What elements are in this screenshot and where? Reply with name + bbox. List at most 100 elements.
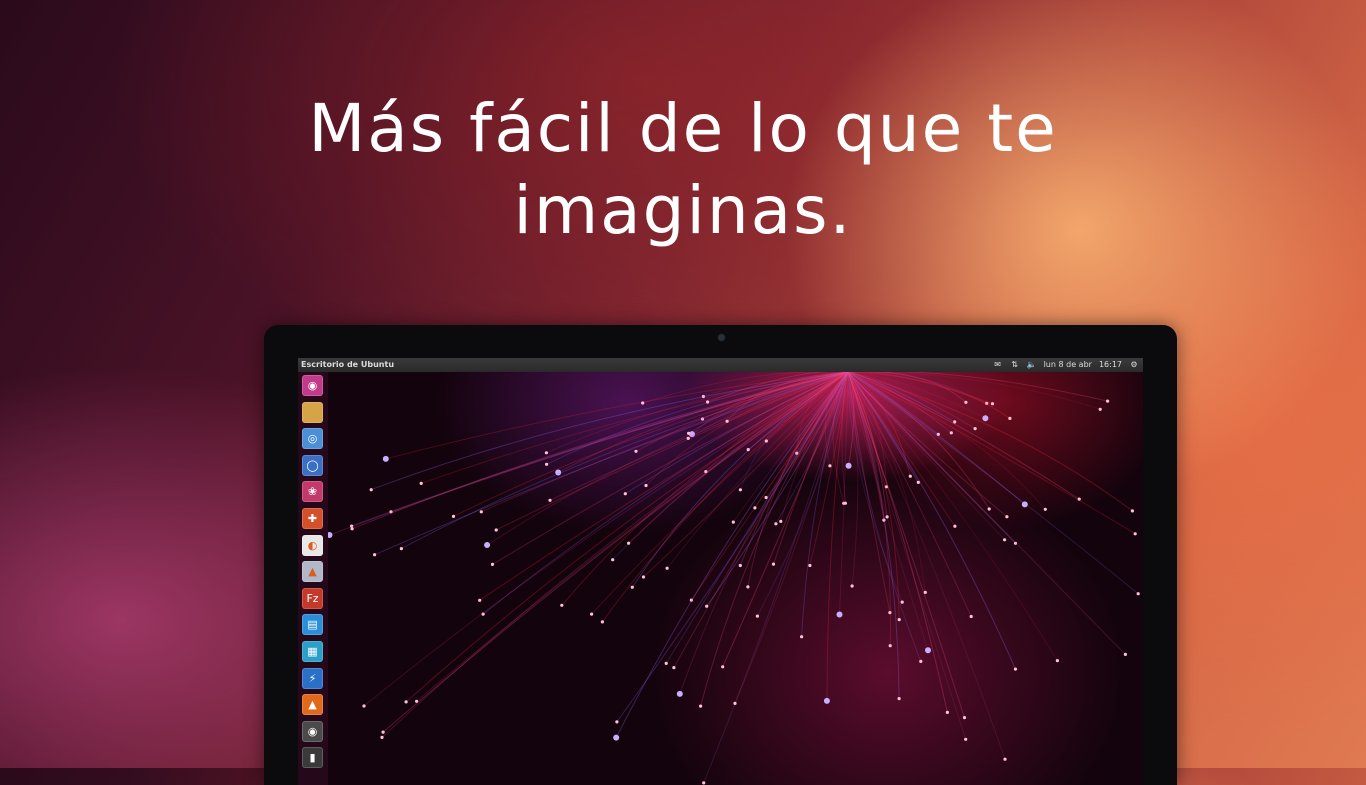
indicator-area: ✉ ⇅ 🔈 lun 8 de abr 16:17 ⚙	[993, 358, 1139, 372]
fiber-light-dot	[419, 481, 423, 485]
fiber-light-dot	[953, 420, 957, 424]
launcher-icon-browser[interactable]: ◎	[302, 428, 323, 450]
fiber-light-dot	[634, 449, 638, 453]
fiber-light-dot	[494, 528, 498, 532]
fiber-light-dot	[779, 519, 783, 523]
launcher-icon-ubuntu-software[interactable]: ✚	[302, 508, 323, 529]
launcher-icon-image-viewer[interactable]: ▲	[302, 561, 323, 583]
fiber-light-dot	[362, 704, 366, 708]
monitor-frame: Escritorio de Ubuntu ✉ ⇅ 🔈 lun 8 de abr …	[264, 325, 1177, 785]
fiber-light-dot	[479, 510, 483, 514]
fiber-light-dot	[897, 697, 901, 701]
launcher-icon-libreoffice-writer[interactable]: ▤	[302, 614, 323, 636]
fiber-light-dot	[702, 781, 706, 785]
headline-line-2: imaginas.	[513, 172, 853, 249]
fiber-light-dot	[725, 419, 729, 423]
fiber-light-dot	[665, 566, 669, 570]
desktop-wallpaper	[328, 372, 1143, 785]
fiber-light-dot	[885, 515, 889, 519]
fiber-light-dot	[823, 697, 830, 704]
fiber-light-dot	[916, 480, 920, 484]
fiber-light-dot	[1043, 507, 1047, 511]
fiber-light-dot	[381, 730, 385, 734]
fiber-light-dot	[982, 415, 989, 422]
fiber-light-dot	[641, 575, 646, 579]
fiber-strand	[801, 372, 849, 637]
fiber-light-dot	[382, 455, 389, 462]
launcher-icon-thunderbird[interactable]: ◯	[302, 454, 323, 476]
fiber-light-dot	[990, 402, 995, 406]
launcher-icon-terminal[interactable]: ▮	[302, 747, 323, 769]
fiber-strand	[616, 372, 849, 723]
fiber-light-dot	[721, 665, 725, 669]
fiber-light-dot	[548, 498, 552, 502]
fiber-light-dot	[1055, 659, 1059, 663]
fiber-light-dot	[644, 483, 648, 488]
fiber-light-dot	[373, 553, 377, 557]
fiber-light-dot	[590, 612, 594, 616]
fiber-light-dot	[945, 710, 950, 714]
gear-icon[interactable]: ⚙	[1129, 358, 1139, 372]
time-indicator[interactable]: 16:17	[1099, 358, 1122, 372]
fiber-light-dot	[828, 464, 832, 468]
launcher: ◉ ◎ ◯ ❀ ✚ ◐ ▲ Fz ▤ ▦ ⚡ ▲ ◉ ▮	[298, 372, 328, 785]
fiber-light-dot	[1008, 416, 1012, 420]
fiber-light-dot	[664, 661, 668, 665]
launcher-icon-filezilla[interactable]: Fz	[302, 587, 323, 609]
fiber-light-dot	[897, 618, 901, 622]
speaker-icon[interactable]: 🔈	[1027, 358, 1037, 372]
fiber-light-dot	[1106, 399, 1110, 403]
fiber-light-dot	[560, 603, 564, 607]
fiber-light-dot	[936, 432, 940, 436]
fiber-light-dot	[613, 734, 620, 741]
launcher-icon-power-tool[interactable]: ⚡	[302, 667, 323, 689]
launcher-icon-vlc[interactable]: ▲	[302, 694, 323, 716]
fiber-strand	[847, 372, 972, 617]
window-title: Escritorio de Ubuntu	[301, 360, 395, 369]
fiber-strand	[381, 372, 849, 738]
fiber-light-dot	[731, 520, 735, 524]
fiber-light-dot	[836, 611, 843, 618]
date-indicator[interactable]: lun 8 de abr	[1044, 358, 1092, 372]
fiber-light-dot	[545, 462, 549, 466]
fiber-optic-wallpaper-graphic	[328, 372, 1140, 785]
launcher-icon-blender[interactable]: ◐	[302, 534, 323, 556]
fiber-light-dot	[630, 585, 634, 589]
fiber-light-dot	[687, 431, 691, 435]
fiber-light-dot	[969, 614, 973, 619]
launcher-icon-shotwell[interactable]: ❀	[302, 481, 323, 503]
launcher-icon-disk-utility[interactable]: ◉	[302, 720, 323, 742]
fiber-light-dot	[627, 541, 631, 545]
top-panel: Escritorio de Ubuntu ✉ ⇅ 🔈 lun 8 de abr …	[298, 358, 1143, 372]
envelope-icon[interactable]: ✉	[993, 358, 1003, 372]
launcher-icon-libreoffice-calc[interactable]: ▦	[302, 641, 323, 662]
fiber-light-dot	[623, 492, 627, 496]
launcher-icon-files[interactable]	[302, 401, 323, 423]
network-arrows-icon[interactable]: ⇅	[1010, 358, 1020, 372]
fiber-light-dot	[611, 558, 615, 562]
fiber-light-dot	[964, 400, 968, 404]
fiber-light-dot	[328, 532, 333, 538]
fiber-strand	[847, 372, 967, 740]
fiber-light-dot	[1021, 501, 1028, 508]
fiber-light-dot	[1003, 538, 1007, 542]
fiber-light-dot	[672, 666, 676, 670]
fiber-light-dot	[973, 427, 977, 431]
fiber-light-dot	[415, 699, 419, 703]
fiber-light-dot	[753, 506, 757, 510]
fiber-light-dot	[1098, 407, 1102, 411]
fiber-light-dot	[919, 659, 923, 663]
fiber-light-dot	[908, 474, 912, 478]
fiber-strand	[847, 372, 1133, 512]
fiber-light-dot	[888, 644, 892, 648]
launcher-icon-dash-home[interactable]: ◉	[302, 375, 323, 396]
webcam-icon	[717, 333, 726, 342]
fiber-light-dot	[1130, 509, 1134, 513]
fiber-light-dot	[1005, 515, 1009, 519]
fiber-light-dot	[544, 451, 548, 455]
fiber-light-dot	[808, 563, 812, 568]
fiber-light-dot	[746, 585, 750, 589]
fiber-light-dot	[845, 462, 852, 469]
fiber-light-dot	[1013, 667, 1018, 671]
fiber-light-dot	[369, 488, 373, 492]
